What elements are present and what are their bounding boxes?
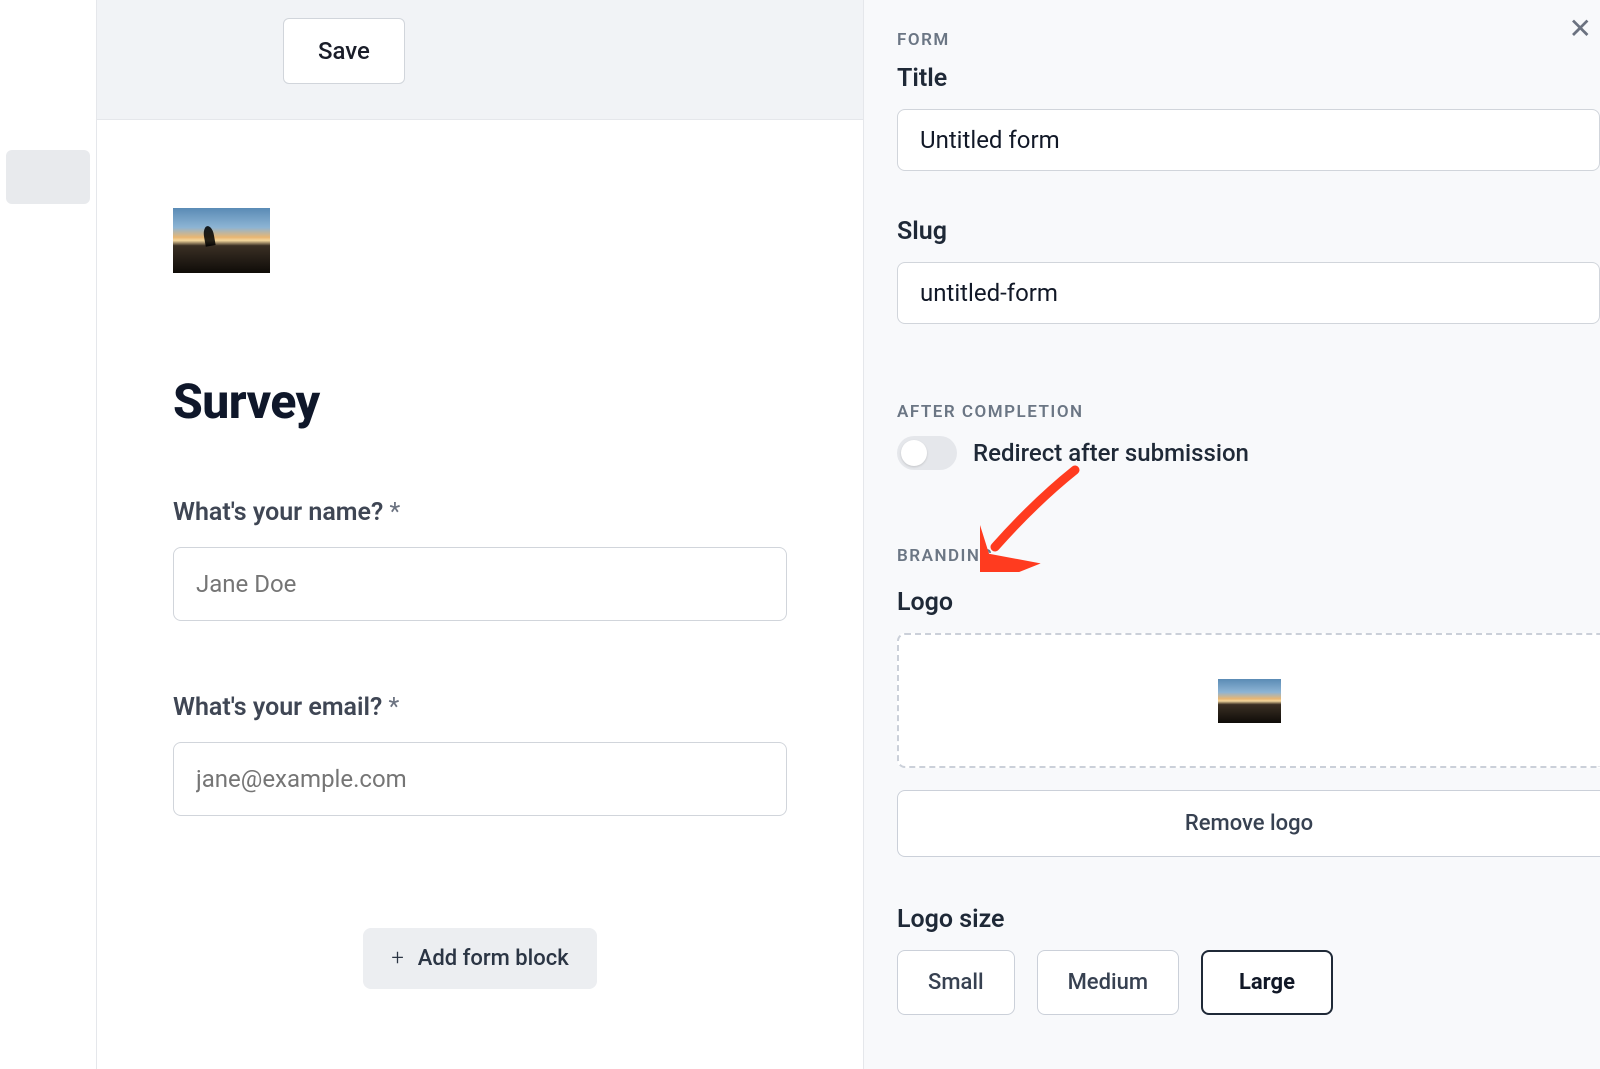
- form-field-block[interactable]: What's your email? *: [173, 693, 787, 888]
- section-label-form: FORM: [897, 30, 1600, 50]
- add-block-label: Add form block: [418, 946, 569, 971]
- settings-side-panel: ✕ FORM Title Slug AFTER COMPLETION Redir…: [863, 0, 1600, 1069]
- email-input[interactable]: [173, 742, 787, 816]
- title-field-label: Title: [897, 64, 1600, 93]
- required-mark: *: [389, 498, 400, 527]
- redirect-toggle-label: Redirect after submission: [973, 439, 1249, 467]
- save-button[interactable]: Save: [283, 18, 405, 84]
- toggle-knob: [901, 440, 927, 466]
- section-label-branding: BRANDING: [897, 546, 1600, 566]
- logo-size-medium[interactable]: Medium: [1037, 950, 1179, 1015]
- logo-thumbnail: [1218, 679, 1281, 723]
- editor-toolbar: Save: [97, 0, 863, 120]
- form-title[interactable]: Survey: [173, 373, 787, 430]
- plus-icon: +: [391, 946, 403, 971]
- logo-dropzone[interactable]: [897, 633, 1600, 768]
- form-slug-input[interactable]: [897, 262, 1600, 324]
- after-completion-section: AFTER COMPLETION Redirect after submissi…: [897, 402, 1600, 470]
- form-editor-main: Save Survey What's your name? * What's y…: [97, 0, 863, 1069]
- logo-size-small[interactable]: Small: [897, 950, 1015, 1015]
- form-settings-section: FORM Title Slug: [897, 30, 1600, 370]
- logo-field-label: Logo: [897, 588, 1600, 617]
- redirect-toggle[interactable]: [897, 436, 957, 470]
- form-title-input[interactable]: [897, 109, 1600, 171]
- form-logo-preview[interactable]: [173, 208, 270, 273]
- branding-section: BRANDING Logo Remove logo Logo size Smal…: [897, 546, 1600, 1015]
- close-icon[interactable]: ✕: [1569, 12, 1592, 45]
- add-block-row: + Add form block: [173, 928, 787, 989]
- form-canvas: Survey What's your name? * What's your e…: [97, 120, 863, 989]
- form-field-block[interactable]: What's your name? *: [173, 498, 787, 693]
- left-sidebar: [0, 0, 97, 1069]
- sidebar-nav-item[interactable]: [6, 150, 90, 204]
- slug-field-label: Slug: [897, 217, 1600, 246]
- name-input[interactable]: [173, 547, 787, 621]
- section-label-after-completion: AFTER COMPLETION: [897, 402, 1600, 422]
- required-mark: *: [389, 693, 400, 722]
- add-form-block-button[interactable]: + Add form block: [363, 928, 596, 989]
- logo-size-large[interactable]: Large: [1201, 950, 1333, 1015]
- remove-logo-button[interactable]: Remove logo: [897, 790, 1600, 857]
- logo-size-options: Small Medium Large: [897, 950, 1600, 1015]
- field-label: What's your name? *: [173, 498, 787, 527]
- logo-size-label: Logo size: [897, 905, 1600, 934]
- field-label: What's your email? *: [173, 693, 787, 722]
